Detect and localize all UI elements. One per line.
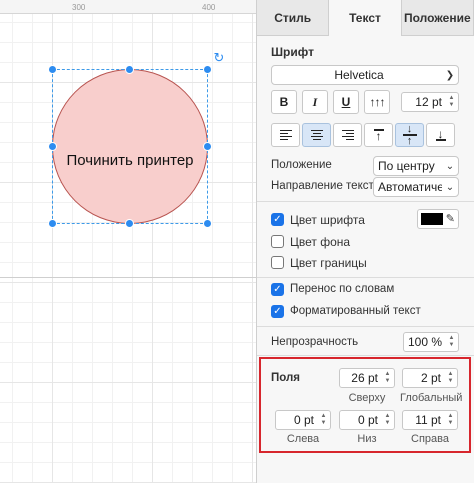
position-label: Положение: [271, 159, 332, 171]
spacing-left-label: Слева: [286, 433, 320, 445]
align-middle-button[interactable]: ↓ ↑: [395, 123, 424, 147]
align-center-button[interactable]: [302, 123, 331, 147]
resize-handle-ne[interactable]: [203, 65, 212, 74]
align-center-icon: [310, 130, 323, 140]
align-bottom-button[interactable]: ↓: [426, 123, 455, 147]
font-section-title: Шрифт: [271, 45, 314, 59]
spacing-right-input[interactable]: 11 pt ▲ ▼: [402, 410, 458, 430]
position-select[interactable]: По центру ⌄: [373, 156, 459, 176]
resize-handle-w[interactable]: [48, 142, 57, 151]
font-color-picker[interactable]: ✎: [417, 209, 459, 229]
stepper-icon[interactable]: ▲ ▼: [383, 413, 392, 427]
diagram-canvas[interactable]: 300 400 Починить принтер ↻: [0, 0, 256, 483]
spacing-global-input[interactable]: 2 pt ▲ ▼: [402, 368, 458, 388]
font-color-swatch: [421, 213, 443, 225]
resize-handle-n[interactable]: [125, 65, 134, 74]
align-top-button[interactable]: ↑: [364, 123, 393, 147]
opacity-value: 100 %: [407, 335, 442, 349]
tab-style[interactable]: Стиль: [257, 0, 330, 36]
border-color-checkbox[interactable]: [271, 256, 284, 269]
spacing-bottom-label: Низ: [357, 433, 377, 445]
word-wrap-checkbox[interactable]: ✓: [271, 283, 284, 296]
chevron-down-icon: ⌄: [445, 160, 455, 172]
eyedropper-icon[interactable]: ✎: [446, 212, 455, 225]
font-color-label: Цвет шрифта: [290, 213, 365, 227]
format-panel: Стиль Текст Положение Шрифт Helvetica ❯ …: [256, 0, 474, 483]
text-direction-select[interactable]: Автоматичес ⌄: [373, 177, 459, 197]
stepper-icon[interactable]: ▲ ▼: [446, 371, 455, 385]
resize-handle-e[interactable]: [203, 142, 212, 151]
resize-handle-sw[interactable]: [48, 219, 57, 228]
align-top-icon: ↑: [373, 129, 384, 143]
spacing-top-label: Сверху: [348, 392, 386, 404]
stepper-icon[interactable]: ▲ ▼: [446, 413, 455, 427]
tab-text[interactable]: Текст: [329, 0, 402, 36]
tab-arrange[interactable]: Положение: [401, 0, 474, 36]
resize-handle-se[interactable]: [203, 219, 212, 228]
font-size-input[interactable]: 12 pt ▲ ▼: [401, 92, 459, 112]
chevron-down-icon: ⌄: [445, 181, 455, 193]
font-family-value: Helvetica: [334, 68, 384, 82]
selection-box: [52, 69, 208, 224]
italic-button[interactable]: I: [302, 90, 328, 114]
rotate-icon[interactable]: ↻: [212, 51, 226, 65]
page-break-line: [0, 277, 256, 278]
spacing-title: Поля: [271, 372, 301, 384]
chevron-down-icon: ❯: [445, 69, 455, 81]
background-color-checkbox[interactable]: [271, 235, 284, 248]
section-divider: [257, 277, 474, 278]
border-color-label: Цвет границы: [290, 256, 367, 270]
section-divider: [257, 355, 474, 356]
spacing-right-label: Справа: [411, 433, 449, 445]
formatted-text-label: Форматированный текст: [290, 305, 421, 317]
spacing-left-input[interactable]: 0 pt ▲ ▼: [275, 410, 331, 430]
text-direction-value: Автоматичес: [378, 180, 442, 194]
align-middle-icon: ↓ ↑: [402, 124, 417, 147]
align-left-icon: [279, 130, 292, 140]
formatted-text-checkbox[interactable]: ✓: [271, 305, 284, 318]
spacing-bottom-value: 0 pt: [357, 413, 378, 427]
stepper-icon[interactable]: ▲ ▼: [447, 335, 456, 349]
top-ruler: 300 400: [0, 0, 256, 14]
font-size-value: 12 pt: [415, 95, 442, 109]
stepper-icon[interactable]: ▲ ▼: [383, 371, 392, 385]
ruler-tick: 400: [202, 3, 216, 12]
vertical-text-icon: ↑↑↑: [369, 95, 386, 109]
font-family-select[interactable]: Helvetica ❯: [271, 65, 459, 85]
align-right-icon: [341, 130, 354, 140]
spacing-right-value: 11 pt: [415, 413, 441, 427]
underline-button[interactable]: U: [333, 90, 359, 114]
section-divider: [257, 326, 474, 327]
stepper-icon[interactable]: ▲ ▼: [447, 95, 456, 109]
resize-handle-s[interactable]: [125, 219, 134, 228]
vertical-text-button[interactable]: ↑↑↑: [364, 90, 390, 114]
spacing-bottom-input[interactable]: 0 pt ▲ ▼: [339, 410, 395, 430]
spacing-global-label: Глобальный: [400, 392, 463, 404]
spacing-top-value: 26 pt: [351, 371, 378, 385]
opacity-label: Непрозрачность: [271, 336, 359, 348]
spacing-top-input[interactable]: 26 pt ▲ ▼: [339, 368, 395, 388]
panel-tabs: Стиль Текст Положение: [257, 0, 474, 36]
text-direction-label: Направление текста: [271, 180, 381, 192]
font-color-checkbox[interactable]: ✓: [271, 213, 284, 226]
opacity-input[interactable]: 100 % ▲ ▼: [403, 332, 459, 352]
stepper-icon[interactable]: ▲ ▼: [319, 413, 328, 427]
ruler-tick: 300: [72, 3, 86, 12]
align-bottom-icon: ↓: [435, 127, 446, 141]
word-wrap-label: Перенос по словам: [290, 283, 395, 295]
spacing-global-value: 2 pt: [420, 371, 441, 385]
position-value: По центру: [378, 159, 435, 173]
align-right-button[interactable]: [333, 123, 362, 147]
bold-button[interactable]: B: [271, 90, 297, 114]
section-divider: [257, 201, 474, 202]
spacing-left-value: 0 pt: [293, 413, 314, 427]
resize-handle-nw[interactable]: [48, 65, 57, 74]
background-color-label: Цвет фона: [290, 235, 351, 249]
align-left-button[interactable]: [271, 123, 300, 147]
